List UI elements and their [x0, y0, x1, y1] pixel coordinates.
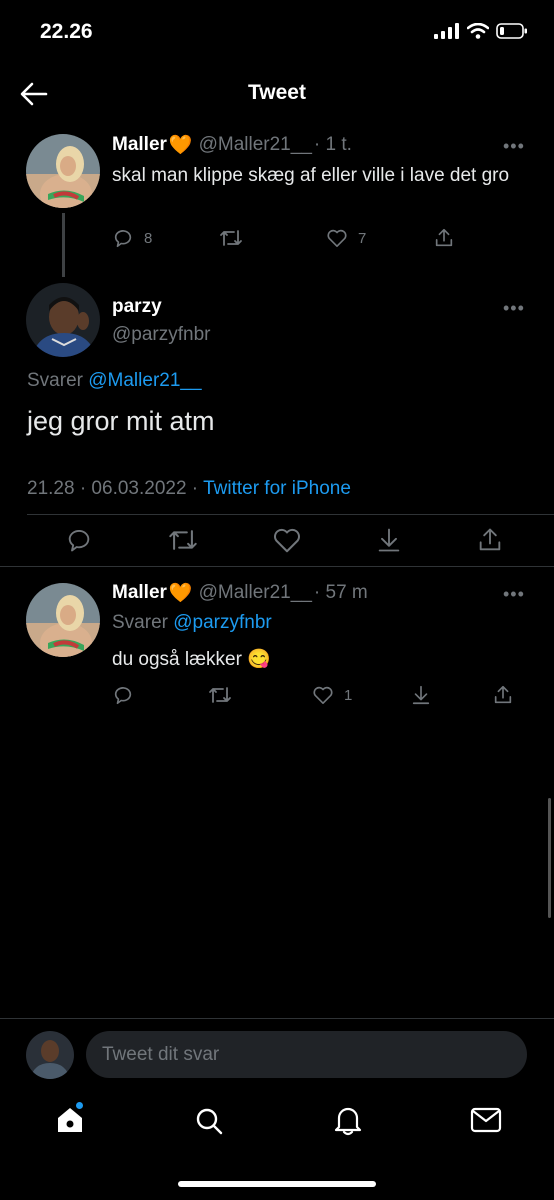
- wifi-icon: [467, 23, 489, 39]
- bookmark-download-icon[interactable]: [375, 526, 403, 554]
- tweet-1-header: Maller 🧡 @Maller21__ · 1 t.: [112, 133, 352, 157]
- messages-envelope-icon[interactable]: [470, 1107, 502, 1133]
- share-button[interactable]: [433, 227, 455, 249]
- replying-to-label: Svarer: [112, 612, 168, 633]
- reply-button[interactable]: [112, 684, 208, 706]
- tweet-1-text: skal man klippe skæg af eller ville i la…: [112, 165, 510, 186]
- share-button[interactable]: [492, 684, 514, 706]
- tweet-time: · 57 m: [313, 582, 368, 603]
- notifications-bell-icon[interactable]: [333, 1104, 363, 1136]
- battery-icon: [496, 23, 527, 39]
- tweet-3-actions: 1: [112, 684, 522, 706]
- notification-dot: [76, 1102, 83, 1109]
- avatar-maller[interactable]: [26, 583, 100, 657]
- thread-line: [62, 213, 65, 277]
- tweet-2-actions: [64, 526, 504, 554]
- bookmark-download-icon: [412, 685, 430, 705]
- replying-to-label: Svarer: [27, 370, 83, 391]
- more-options-icon[interactable]: •••: [503, 136, 525, 157]
- home-indicator[interactable]: [178, 1181, 376, 1187]
- like-button[interactable]: 7: [326, 228, 433, 248]
- retweet-button[interactable]: [208, 684, 312, 706]
- user-avatar[interactable]: [26, 1031, 74, 1079]
- reply-icon: [114, 230, 132, 248]
- search-icon[interactable]: [194, 1106, 224, 1136]
- reply-icon[interactable]: [64, 526, 94, 554]
- tweet-time: · 1 t.: [313, 134, 352, 155]
- orange-heart-emoji: 🧡: [168, 583, 193, 604]
- author-name[interactable]: Maller: [112, 582, 167, 604]
- reply-icon: [114, 687, 132, 705]
- author-handle[interactable]: @parzyfnbr: [112, 324, 211, 346]
- tab-home[interactable]: [54, 1102, 86, 1136]
- heart-icon: [327, 229, 347, 247]
- home-icon: [58, 1108, 82, 1132]
- replying-to: Svarer @parzyfnbr: [112, 612, 272, 634]
- scrollbar[interactable]: [548, 798, 551, 918]
- heart-icon: [313, 686, 333, 704]
- retweet-icon: [220, 230, 242, 246]
- orange-heart-emoji: 🧡: [168, 135, 193, 156]
- like-count: 1: [344, 686, 353, 704]
- author-name[interactable]: Maller: [112, 134, 167, 156]
- tweet-3-text-row: du også lækker 😋: [112, 647, 271, 671]
- bookmark-button[interactable]: [410, 684, 492, 706]
- more-options-icon[interactable]: •••: [503, 584, 525, 605]
- reply-button[interactable]: 8: [112, 227, 219, 249]
- tweet-1-actions: 8 7: [112, 227, 462, 249]
- status-icons: [434, 23, 528, 39]
- status-time: 22.26: [40, 20, 93, 43]
- tweet-datetime: 21.28 · 06.03.2022 ·: [27, 478, 199, 499]
- retweet-icon[interactable]: [167, 526, 199, 554]
- reply-input[interactable]: Tweet dit svar: [86, 1031, 527, 1078]
- divider: [0, 566, 554, 567]
- replying-to-handle[interactable]: @parzyfnbr: [173, 612, 272, 633]
- share-icon: [435, 228, 453, 247]
- avatar-maller[interactable]: [26, 134, 100, 208]
- share-icon: [494, 685, 512, 704]
- yum-emoji: 😋: [247, 649, 271, 670]
- tweet-source[interactable]: Twitter for iPhone: [203, 478, 351, 499]
- like-count: 7: [358, 229, 367, 247]
- divider: [27, 514, 554, 515]
- tweet-3-text: du også lækker: [112, 649, 242, 670]
- page-title: Tweet: [248, 81, 306, 104]
- author-name[interactable]: parzy: [112, 296, 162, 318]
- tweet-2-text: jeg gror mit atm: [27, 406, 215, 436]
- signal-icon: [434, 23, 459, 39]
- retweet-icon: [209, 687, 231, 703]
- author-handle[interactable]: @Maller21__: [199, 134, 312, 156]
- reply-count: 8: [144, 229, 153, 247]
- replying-to: Svarer @Maller21__: [27, 370, 202, 392]
- tweet-meta: 21.28 · 06.03.2022 · Twitter for iPhone: [27, 478, 351, 500]
- share-icon[interactable]: [476, 526, 504, 554]
- tweet-3-header: Maller 🧡 @Maller21__ · 57 m: [112, 581, 368, 605]
- like-button[interactable]: 1: [312, 685, 410, 705]
- replying-to-handle[interactable]: @Maller21__: [88, 370, 201, 391]
- more-options-icon[interactable]: •••: [503, 298, 525, 319]
- retweet-button[interactable]: [219, 227, 326, 249]
- heart-icon[interactable]: [272, 526, 302, 554]
- author-handle[interactable]: @Maller21__: [199, 582, 312, 604]
- divider: [0, 1018, 554, 1019]
- avatar-parzy[interactable]: [26, 283, 100, 357]
